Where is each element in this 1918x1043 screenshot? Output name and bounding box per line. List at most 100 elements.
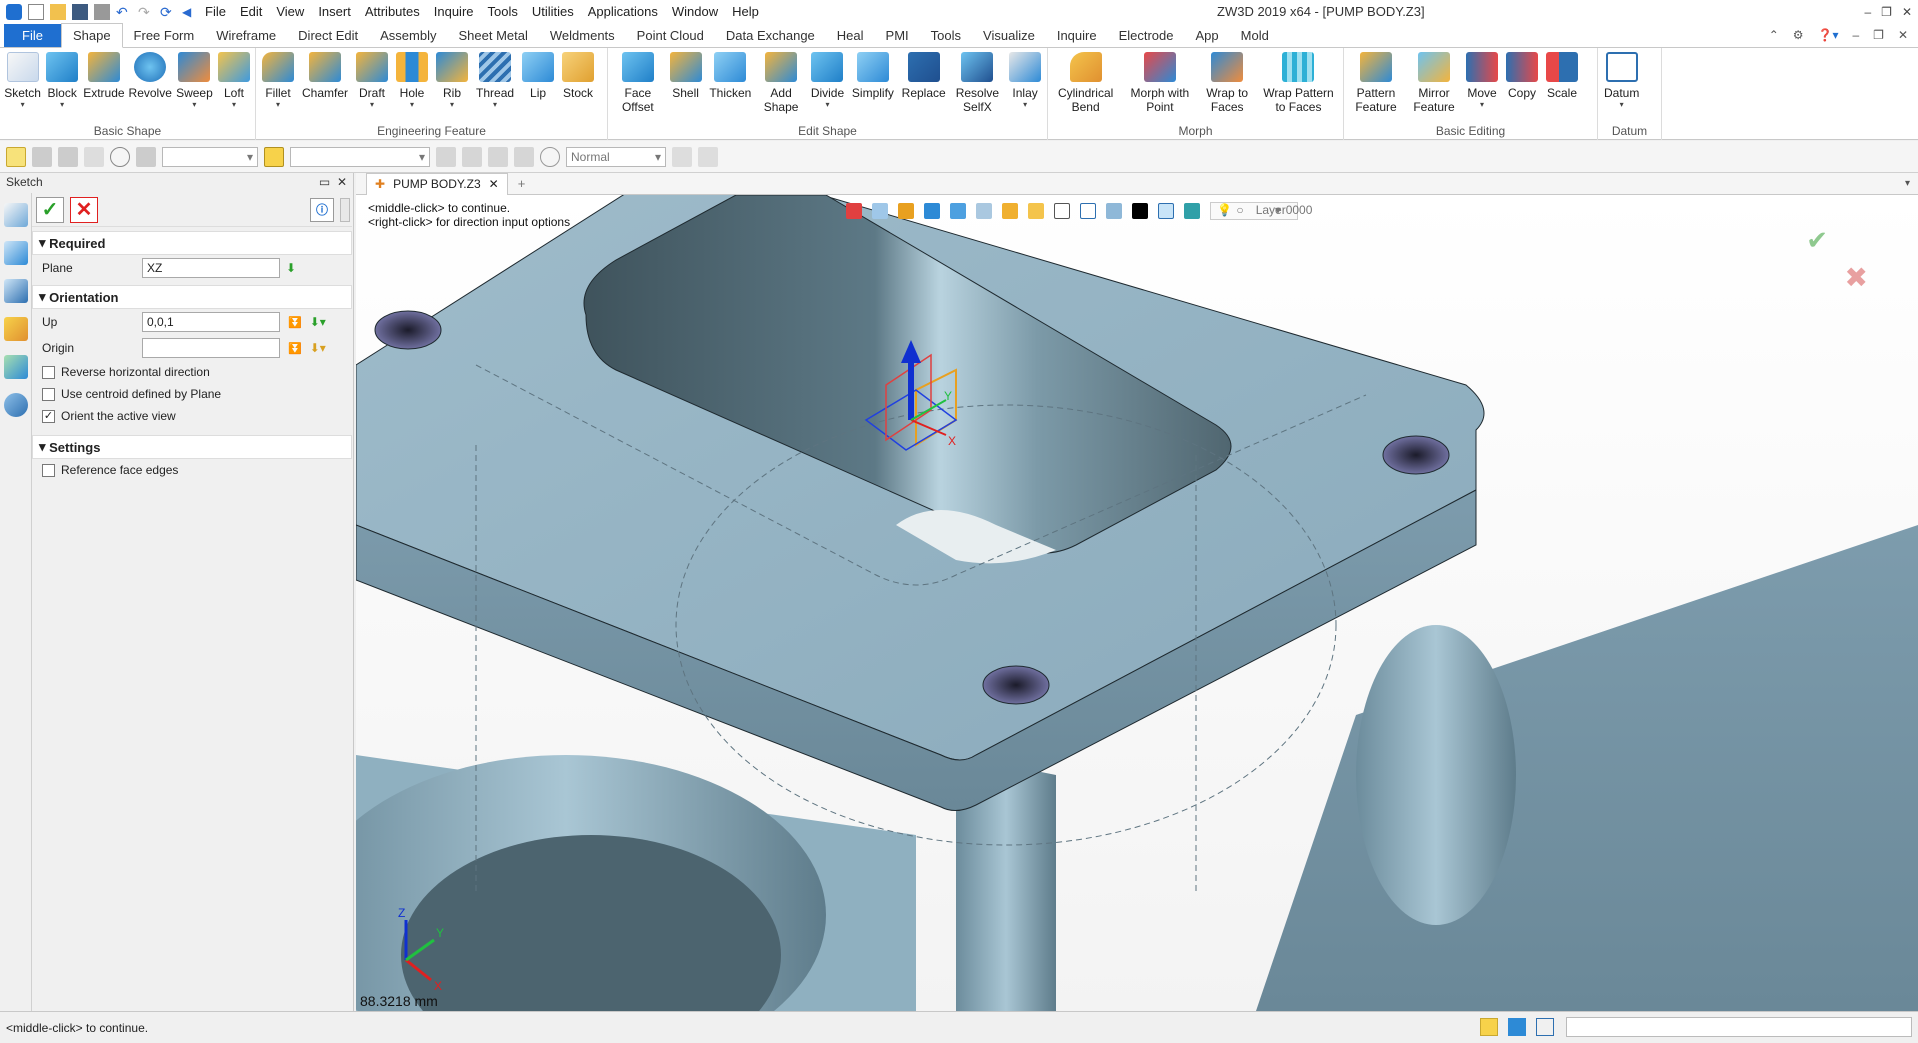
open-file-icon[interactable] [50, 4, 66, 20]
viewport-cancel-icon[interactable]: ✖ [1845, 261, 1868, 294]
menu-tools[interactable]: Tools [481, 0, 525, 24]
sweep-button[interactable]: Sweep ▾ [174, 52, 215, 109]
rib-button[interactable]: Rib ▾ [432, 52, 472, 109]
render-mode-icon[interactable] [540, 146, 560, 167]
assembly-manager-icon[interactable] [4, 241, 28, 265]
collapse-ribbon-icon[interactable]: ⌃ [1769, 28, 1779, 42]
tab-file[interactable]: File [4, 24, 61, 47]
threaded-hole-right[interactable] [1382, 435, 1450, 475]
morph-with-point-button[interactable]: Morph with Point [1121, 52, 1198, 114]
print-icon[interactable] [94, 4, 110, 20]
view-manager-icon[interactable] [4, 355, 28, 379]
up-dropdown-icon[interactable]: ⏬ [288, 316, 302, 329]
snap-icon-4[interactable] [514, 146, 534, 167]
extrude-button[interactable]: Extrude [81, 52, 126, 100]
menu-utilities[interactable]: Utilities [525, 0, 581, 24]
regen-icon[interactable]: ⟳ [160, 4, 176, 20]
checkbox-reference-face-edges[interactable]: Reference face edges [32, 459, 352, 481]
tab-shape[interactable]: Shape [60, 23, 123, 48]
cancel-button[interactable]: ✕ [70, 196, 98, 223]
section-settings[interactable]: ▾ Settings [32, 435, 352, 459]
tab-free-form[interactable]: Free Form [123, 24, 206, 47]
doc-restore-icon[interactable]: ❐ [1873, 28, 1884, 42]
up-pick-icon[interactable]: ⬇▾ [310, 315, 326, 329]
plane-field[interactable]: XZ [142, 258, 280, 278]
snap-icon-2[interactable] [462, 146, 482, 167]
cylindrical-bend-button[interactable]: Cylindrical Bend [1050, 52, 1121, 114]
menu-inquire[interactable]: Inquire [427, 0, 481, 24]
restore-icon[interactable]: ❐ [1881, 5, 1892, 19]
select-pointer-icon[interactable] [6, 146, 26, 167]
up-field[interactable]: 0,0,1 [142, 312, 280, 332]
threaded-hole-front[interactable] [982, 665, 1050, 705]
tab-weldments[interactable]: Weldments [539, 24, 626, 47]
lasso-icon[interactable] [110, 146, 130, 167]
fillet-button[interactable]: Fillet ▾ [258, 52, 298, 109]
menu-window[interactable]: Window [665, 0, 725, 24]
status-command-field[interactable] [1566, 1017, 1912, 1037]
render-icon[interactable] [924, 203, 940, 219]
render-mode-combo[interactable]: Normal ▾ [566, 146, 666, 167]
face-offset-button[interactable]: Face Offset [610, 52, 666, 114]
model-view[interactable]: X Y Z X Y <middle-click> to continue. <r… [356, 195, 1918, 1011]
pencil-icon[interactable] [898, 203, 914, 219]
tree-manager-icon[interactable] [4, 279, 28, 303]
screen-icon[interactable] [1508, 1018, 1526, 1036]
section-view-icon[interactable] [976, 203, 992, 219]
menu-help[interactable]: Help [725, 0, 766, 24]
tab-heal[interactable]: Heal [826, 24, 875, 47]
layer-combo[interactable]: 💡 ○ Layer0000 ▾ [1210, 202, 1312, 220]
resolve-selfx-button[interactable]: Resolve SelfX [950, 52, 1006, 114]
inlay-button[interactable]: Inlay ▾ [1005, 52, 1045, 109]
wrap-pattern-to-faces-button[interactable]: Wrap Pattern to Faces [1256, 52, 1341, 114]
part-manager-icon[interactable] [4, 317, 28, 341]
menu-insert[interactable]: Insert [311, 0, 358, 24]
panel-side-tab-icon[interactable] [340, 197, 350, 222]
thread-button[interactable]: Thread ▾ [472, 52, 518, 109]
new-tab-icon[interactable]: + [518, 176, 526, 191]
display-icon[interactable] [1002, 203, 1018, 219]
settings-gear-icon[interactable]: ⚙ [1793, 28, 1804, 42]
pick-options-icon[interactable] [84, 146, 104, 167]
tab-pmi[interactable]: PMI [875, 24, 920, 47]
tab-list-icon[interactable]: ▾ [1905, 178, 1910, 189]
cube-view-icon[interactable] [950, 203, 966, 219]
block-button[interactable]: Block ▾ [43, 52, 81, 109]
menu-view[interactable]: View [269, 0, 311, 24]
tab-inquire[interactable]: Inquire [1046, 24, 1108, 47]
plane-pick-icon[interactable]: ⬇ [286, 261, 296, 275]
filter-combo[interactable]: ▾ [162, 146, 258, 167]
add-filter-icon[interactable] [32, 146, 52, 167]
tab-tools[interactable]: Tools [920, 24, 972, 47]
pattern-feature-button[interactable]: Pattern Feature [1346, 52, 1406, 114]
replace-button[interactable]: Replace [898, 52, 950, 100]
pump-body-model[interactable]: X Y Z X Y [356, 195, 1918, 1011]
loft-button[interactable]: Loft ▾ [215, 52, 253, 109]
close-panel-icon[interactable]: ✕ [337, 175, 347, 189]
new-file-icon[interactable] [28, 4, 44, 20]
revolve-button[interactable]: Revolve [127, 52, 174, 100]
undo-icon[interactable]: ↶ [116, 4, 132, 20]
help-icon[interactable]: ❓▾ [1818, 28, 1839, 42]
list-icon[interactable] [1536, 1018, 1554, 1036]
simplify-button[interactable]: Simplify [848, 52, 898, 100]
pick-filter-icon[interactable] [872, 203, 888, 219]
chamfer-button[interactable]: Chamfer [298, 52, 352, 100]
back-arrow-icon[interactable]: ◀ [182, 4, 198, 20]
datum-button[interactable]: Datum ▾ [1600, 52, 1643, 109]
checkbox-orient-active-view[interactable]: ✓ Orient the active view [32, 405, 352, 427]
draft-button[interactable]: Draft ▾ [352, 52, 392, 109]
menu-applications[interactable]: Applications [581, 0, 665, 24]
ribbon-toggle-icon[interactable] [1480, 1018, 1498, 1036]
smart-pick-icon[interactable] [264, 146, 284, 167]
remove-filter-icon[interactable] [58, 146, 78, 167]
user-manager-icon[interactable] [4, 393, 28, 417]
copy-button[interactable]: Copy [1502, 52, 1542, 100]
tab-data-exchange[interactable]: Data Exchange [715, 24, 826, 47]
layout-icon[interactable] [1106, 203, 1122, 219]
menu-edit[interactable]: Edit [233, 0, 269, 24]
thicken-button[interactable]: Thicken [705, 52, 755, 100]
color-black-icon[interactable] [1132, 203, 1148, 219]
mirror-feature-button[interactable]: Mirror Feature [1406, 52, 1462, 114]
menu-file[interactable]: File [198, 0, 233, 24]
